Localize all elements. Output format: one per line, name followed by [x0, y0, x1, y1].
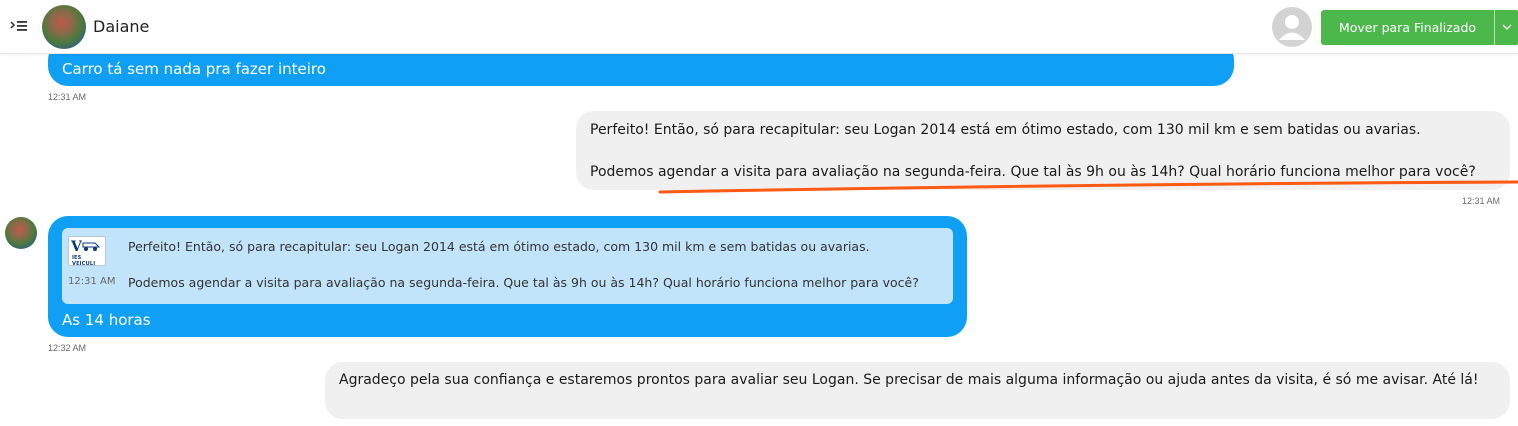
quoted-message[interactable]: V IES VEICULI Perfeito! Então, só para r…: [62, 228, 953, 304]
menu-collapse-icon[interactable]: [10, 19, 28, 33]
move-to-finalized-button[interactable]: Mover para Finalizado: [1321, 10, 1494, 45]
message-bubble-outgoing: Perfeito! Então, só para recapitular: se…: [576, 111, 1510, 190]
svg-text:V: V: [70, 239, 83, 255]
message-text: Carro tá sem nada pra fazer inteiro: [62, 60, 326, 78]
quoted-timestamp: 12:31 AM: [68, 276, 116, 287]
quoted-text-line: Perfeito! Então, só para recapitular: se…: [128, 239, 870, 254]
message-timestamp: 12:32 AM: [48, 343, 87, 353]
agent-avatar[interactable]: [1272, 7, 1312, 47]
logo-text: IES VEICULI: [72, 255, 96, 267]
message-text: Agradeço pela sua confiança e estaremos …: [339, 372, 1479, 388]
user-placeholder-icon: [1279, 15, 1305, 40]
contact-name[interactable]: Daiane: [93, 17, 149, 36]
contact-avatar-small: [5, 217, 37, 249]
message-text-line: Podemos agendar a visita para avaliação …: [590, 164, 1476, 180]
message-text: As 14 horas: [62, 311, 151, 329]
chevron-down-icon: [1502, 24, 1512, 30]
contact-avatar[interactable]: [42, 5, 86, 49]
chat-header: Daiane Mover para Finalizado: [0, 0, 1518, 54]
annotation-underline: [658, 180, 1518, 194]
message-bubble-outgoing: Agradeço pela sua confiança e estaremos …: [325, 362, 1510, 419]
message-timestamp: 12:31 AM: [48, 92, 87, 102]
message-timestamp: 12:31 AM: [1462, 196, 1501, 206]
message-text-line: Perfeito! Então, só para recapitular: se…: [590, 122, 1421, 138]
company-logo: V IES VEICULI: [68, 236, 106, 267]
move-options-dropdown[interactable]: [1494, 10, 1518, 45]
message-bubble-incoming: V IES VEICULI Perfeito! Então, só para r…: [48, 216, 967, 337]
quoted-text-line: Podemos agendar a visita para avaliação …: [128, 275, 919, 290]
